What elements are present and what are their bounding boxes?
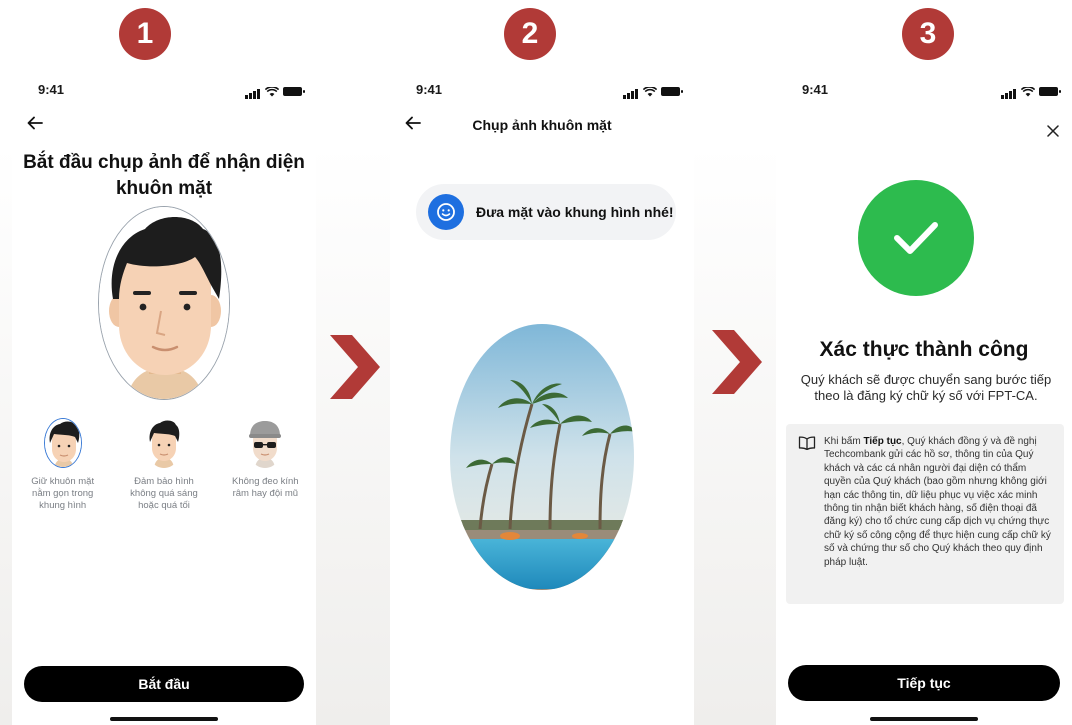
page-title-line-1: Bắt đầu chụp ảnh để nhận diện	[23, 152, 305, 173]
gutter-left	[0, 145, 12, 725]
consent-body: , Quý khách đồng ý và đề nghị Techcomban…	[824, 436, 1051, 568]
tip-face-icon	[43, 418, 82, 468]
page-title: Chụp ảnh khuôn mặt	[472, 117, 612, 133]
chevron-right-icon	[712, 330, 762, 394]
tip-label: Không đeo kính râm hay đội mũ	[232, 476, 299, 499]
status-time: 9:41	[38, 82, 65, 97]
wifi-icon	[643, 86, 657, 96]
tip-item: Giữ khuôn mặt nằm gọn trong khung hình	[12, 418, 113, 512]
status-bar: 9:41	[390, 82, 694, 99]
face-scan-icon	[428, 194, 464, 230]
book-icon	[798, 436, 816, 450]
wifi-icon	[265, 86, 279, 96]
battery-icon	[283, 87, 305, 96]
hint-pill: Đưa mặt vào khung hình nhé!	[416, 184, 676, 240]
consent-prefix: Khi bấm	[824, 436, 864, 447]
wifi-icon	[1021, 86, 1035, 96]
camera-preview	[450, 324, 634, 590]
home-indicator	[870, 717, 978, 721]
consent-box: Khi bấm Tiếp tục, Quý khách đồng ý và đề…	[786, 424, 1064, 604]
status-time: 9:41	[802, 82, 829, 97]
home-indicator	[110, 717, 218, 721]
success-badge	[858, 180, 974, 296]
screen-verification-success: 9:41 Xác thực thành công Quý khách sẽ đư…	[776, 70, 1072, 725]
step-badge-1: 1	[119, 8, 171, 60]
status-bar: 9:41	[12, 82, 316, 99]
signal-icon	[1001, 84, 1017, 99]
tips-row: Giữ khuôn mặt nằm gọn trong khung hình Đ…	[12, 418, 316, 512]
screen-face-capture: 9:41 Chụp ảnh khuôn mặt Đưa mặt vào khun…	[390, 70, 694, 725]
gutter-mid-1	[316, 145, 390, 725]
tip-label: Đảm bảo hình không quá sáng hoặc quá tối	[130, 476, 198, 511]
tip-item: Không đeo kính râm hay đội mũ	[215, 418, 316, 512]
page-title-line-2: khuôn mặt	[115, 178, 213, 199]
page-title: Bắt đầu chụp ảnh để nhận diện khuôn mặt	[22, 150, 306, 202]
signal-icon	[245, 84, 261, 99]
screen-face-capture-intro: 9:41 Bắt đầu chụp ảnh để nhận diện khuôn…	[12, 70, 316, 725]
tip-item: Đảm bảo hình không quá sáng hoặc quá tối	[113, 418, 214, 512]
consent-text: Khi bấm Tiếp tục, Quý khách đồng ý và đề…	[824, 435, 1052, 569]
hint-text: Đưa mặt vào khung hình nhé!	[476, 204, 674, 220]
face-illustration	[98, 206, 230, 400]
battery-icon	[661, 87, 683, 96]
step-badge-3: 3	[902, 8, 954, 60]
success-title: Xác thực thành công	[819, 338, 1029, 361]
status-bar: 9:41	[776, 82, 1072, 99]
step-badge-2: 2	[504, 8, 556, 60]
gutter-mid-2	[694, 145, 776, 725]
chevron-right-icon	[330, 335, 380, 399]
tip-label: Giữ khuôn mặt nằm gọn trong khung hình	[31, 476, 95, 511]
tip-no-glasses-icon	[246, 418, 285, 468]
success-subtitle: Quý khách sẽ được chuyển sang bước tiếp …	[800, 372, 1052, 403]
battery-icon	[1039, 87, 1061, 96]
start-button[interactable]: Bắt đầu	[24, 666, 304, 702]
continue-button[interactable]: Tiếp tục	[788, 665, 1060, 701]
signal-icon	[623, 84, 639, 99]
checkmark-icon	[894, 222, 938, 254]
status-time: 9:41	[416, 82, 443, 97]
back-arrow-icon[interactable]	[26, 114, 44, 132]
consent-bold: Tiếp tục	[863, 436, 902, 447]
tip-lighting-icon	[144, 418, 183, 468]
close-icon[interactable]	[1046, 124, 1060, 138]
